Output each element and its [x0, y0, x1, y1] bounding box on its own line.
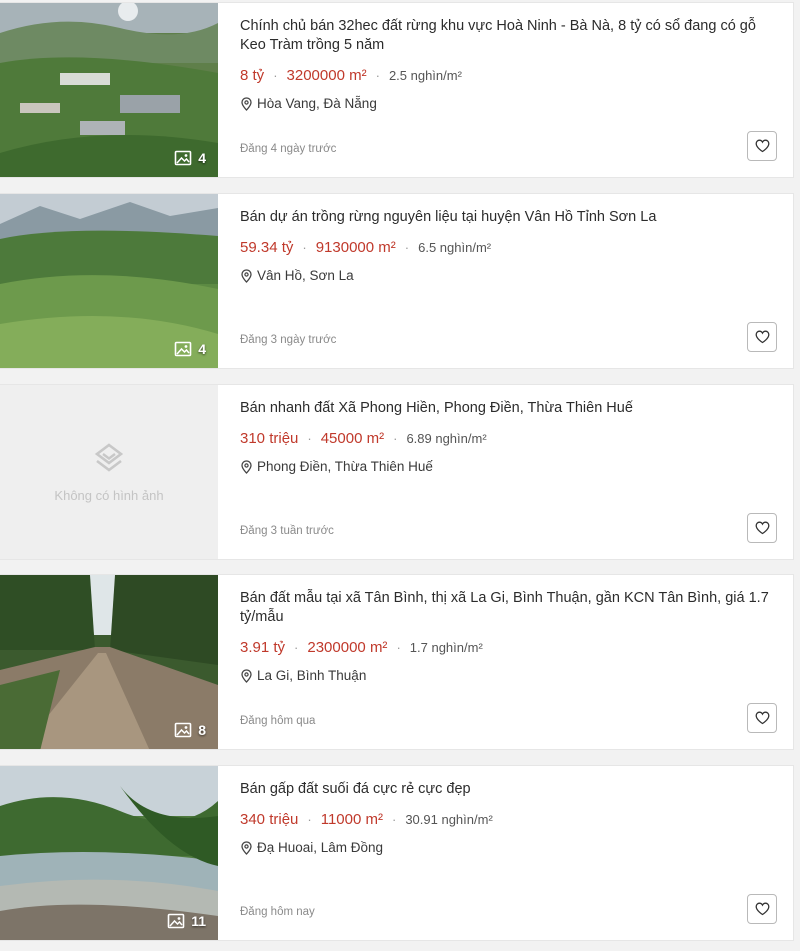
photo-count-value: 11 [191, 913, 206, 929]
separator-dot: · [391, 812, 397, 827]
listing-location: Đạ Huoai, Lâm Đồng [240, 840, 773, 855]
photo-count-value: 4 [198, 150, 206, 166]
listing-title[interactable]: Bán đất mẫu tại xã Tân Bình, thị xã La G… [240, 589, 773, 627]
location-text: La Gi, Bình Thuận [257, 668, 367, 683]
photo-count: 11 [167, 912, 206, 930]
photo-count-value: 8 [198, 722, 206, 738]
posted-time: Đăng hôm qua [240, 715, 316, 727]
listing-price: 59.34 tỷ [240, 239, 294, 256]
listing-title[interactable]: Bán nhanh đất Xã Phong Hiền, Phong Điền,… [240, 399, 773, 418]
listing-price: 340 triệu [240, 811, 299, 828]
location-pin-icon [241, 840, 252, 855]
listing-title[interactable]: Bán gấp đất suối đá cực rẻ cực đẹp [240, 780, 773, 799]
listing-photo[interactable]: 8 [0, 575, 218, 749]
photo-count: 8 [174, 721, 206, 739]
separator-dot: · [375, 68, 380, 83]
price-row: 59.34 tỷ · 9130000 m² · 6.5 nghìn/m² [240, 239, 773, 256]
listing-area: 9130000 m² [315, 239, 396, 256]
listing-area: 3200000 m² [286, 67, 367, 84]
location-text: Phong Điền, Thừa Thiên Huế [257, 459, 433, 474]
price-row: 8 tỷ · 3200000 m² · 2.5 nghìn/m² [240, 67, 773, 84]
listing-photo[interactable]: 4 [0, 3, 218, 177]
listing-photo[interactable]: 4 [0, 194, 218, 368]
listing-title[interactable]: Chính chủ bán 32hec đất rừng khu vực Hoà… [240, 17, 773, 55]
location-text: Đạ Huoai, Lâm Đồng [257, 840, 384, 855]
no-image-text: Không có hình ảnh [54, 487, 164, 503]
separator-dot: · [302, 240, 307, 255]
listing-title[interactable]: Bán dự án trồng rừng nguyên liệu tại huy… [240, 208, 773, 227]
price-per-m2: 6.89 nghìn/m² [406, 431, 487, 446]
image-icon [167, 913, 185, 929]
favorite-button[interactable] [747, 131, 777, 161]
price-per-m2: 1.7 nghìn/m² [409, 640, 483, 655]
favorite-button[interactable] [747, 703, 777, 733]
price-row: 3.91 tỷ · 2300000 m² · 1.7 nghìn/m² [240, 639, 773, 656]
heart-icon [755, 711, 769, 725]
separator-dot: · [307, 431, 312, 446]
posted-time: Đăng 3 tuần trước [240, 525, 334, 537]
logo-placeholder-icon [94, 442, 124, 472]
price-row: 310 triệu · 45000 m² · 6.89 nghìn/m² [240, 430, 773, 447]
separator-dot: · [393, 431, 398, 446]
listing-area: 11000 m² [320, 811, 383, 828]
listing-card[interactable]: 8 Bán đất mẫu tại xã Tân Bình, thị xã La… [0, 574, 794, 750]
separator-dot: · [396, 640, 401, 655]
favorite-button[interactable] [747, 513, 777, 543]
listing-card[interactable]: 11 Bán gấp đất suối đá cực rẻ cực đẹp 34… [0, 765, 794, 941]
listing-price: 8 tỷ [240, 67, 265, 84]
heart-icon [755, 902, 769, 916]
separator-dot: · [273, 68, 278, 83]
listing-area: 2300000 m² [307, 639, 388, 656]
listing-location: Phong Điền, Thừa Thiên Huế [240, 459, 773, 474]
listing-photo[interactable]: 11 [0, 766, 218, 940]
listing-card[interactable]: 4 Chính chủ bán 32hec đất rừng khu vực H… [0, 2, 794, 178]
listing-area: 45000 m² [320, 430, 385, 447]
price-row: 340 triệu · 11000 m² · 30.91 nghìn/m² [240, 811, 773, 828]
favorite-button[interactable] [747, 894, 777, 924]
location-pin-icon [241, 459, 252, 474]
image-icon [174, 341, 192, 357]
price-per-m2: 30.91 nghìn/m² [405, 812, 493, 827]
photo-count: 4 [174, 340, 206, 358]
favorite-button[interactable] [747, 322, 777, 352]
heart-icon [755, 521, 769, 535]
location-pin-icon [241, 96, 252, 111]
price-per-m2: 2.5 nghìn/m² [388, 68, 462, 83]
photo-count: 4 [174, 149, 206, 167]
photo-count-value: 4 [198, 341, 206, 357]
listing-price: 3.91 tỷ [240, 639, 286, 656]
separator-dot: · [404, 240, 410, 255]
heart-icon [755, 330, 769, 344]
posted-time: Đăng hôm nay [240, 906, 315, 918]
no-image-placeholder[interactable]: Không có hình ảnh [0, 385, 218, 559]
separator-dot: · [294, 640, 299, 655]
location-pin-icon [241, 668, 252, 683]
location-text: Vân Hồ, Sơn La [257, 268, 354, 283]
image-icon [174, 150, 192, 166]
listing-card[interactable]: Không có hình ảnh Bán nhanh đất Xã Phong… [0, 384, 794, 560]
listing-location: Hòa Vang, Đà Nẵng [240, 96, 773, 111]
location-pin-icon [241, 268, 252, 283]
posted-time: Đăng 4 ngày trước [240, 143, 337, 155]
posted-time: Đăng 3 ngày trước [240, 334, 337, 346]
listing-location: La Gi, Bình Thuận [240, 668, 773, 683]
location-text: Hòa Vang, Đà Nẵng [257, 96, 377, 111]
listing-price: 310 triệu [240, 430, 299, 447]
listing-card[interactable]: 4 Bán dự án trồng rừng nguyên liệu tại h… [0, 193, 794, 369]
heart-icon [755, 139, 769, 153]
listing-location: Vân Hồ, Sơn La [240, 268, 773, 283]
image-icon [174, 722, 192, 738]
price-per-m2: 6.5 nghìn/m² [418, 240, 492, 255]
separator-dot: · [307, 812, 312, 827]
listing-list: 4 Chính chủ bán 32hec đất rừng khu vực H… [0, 0, 800, 951]
